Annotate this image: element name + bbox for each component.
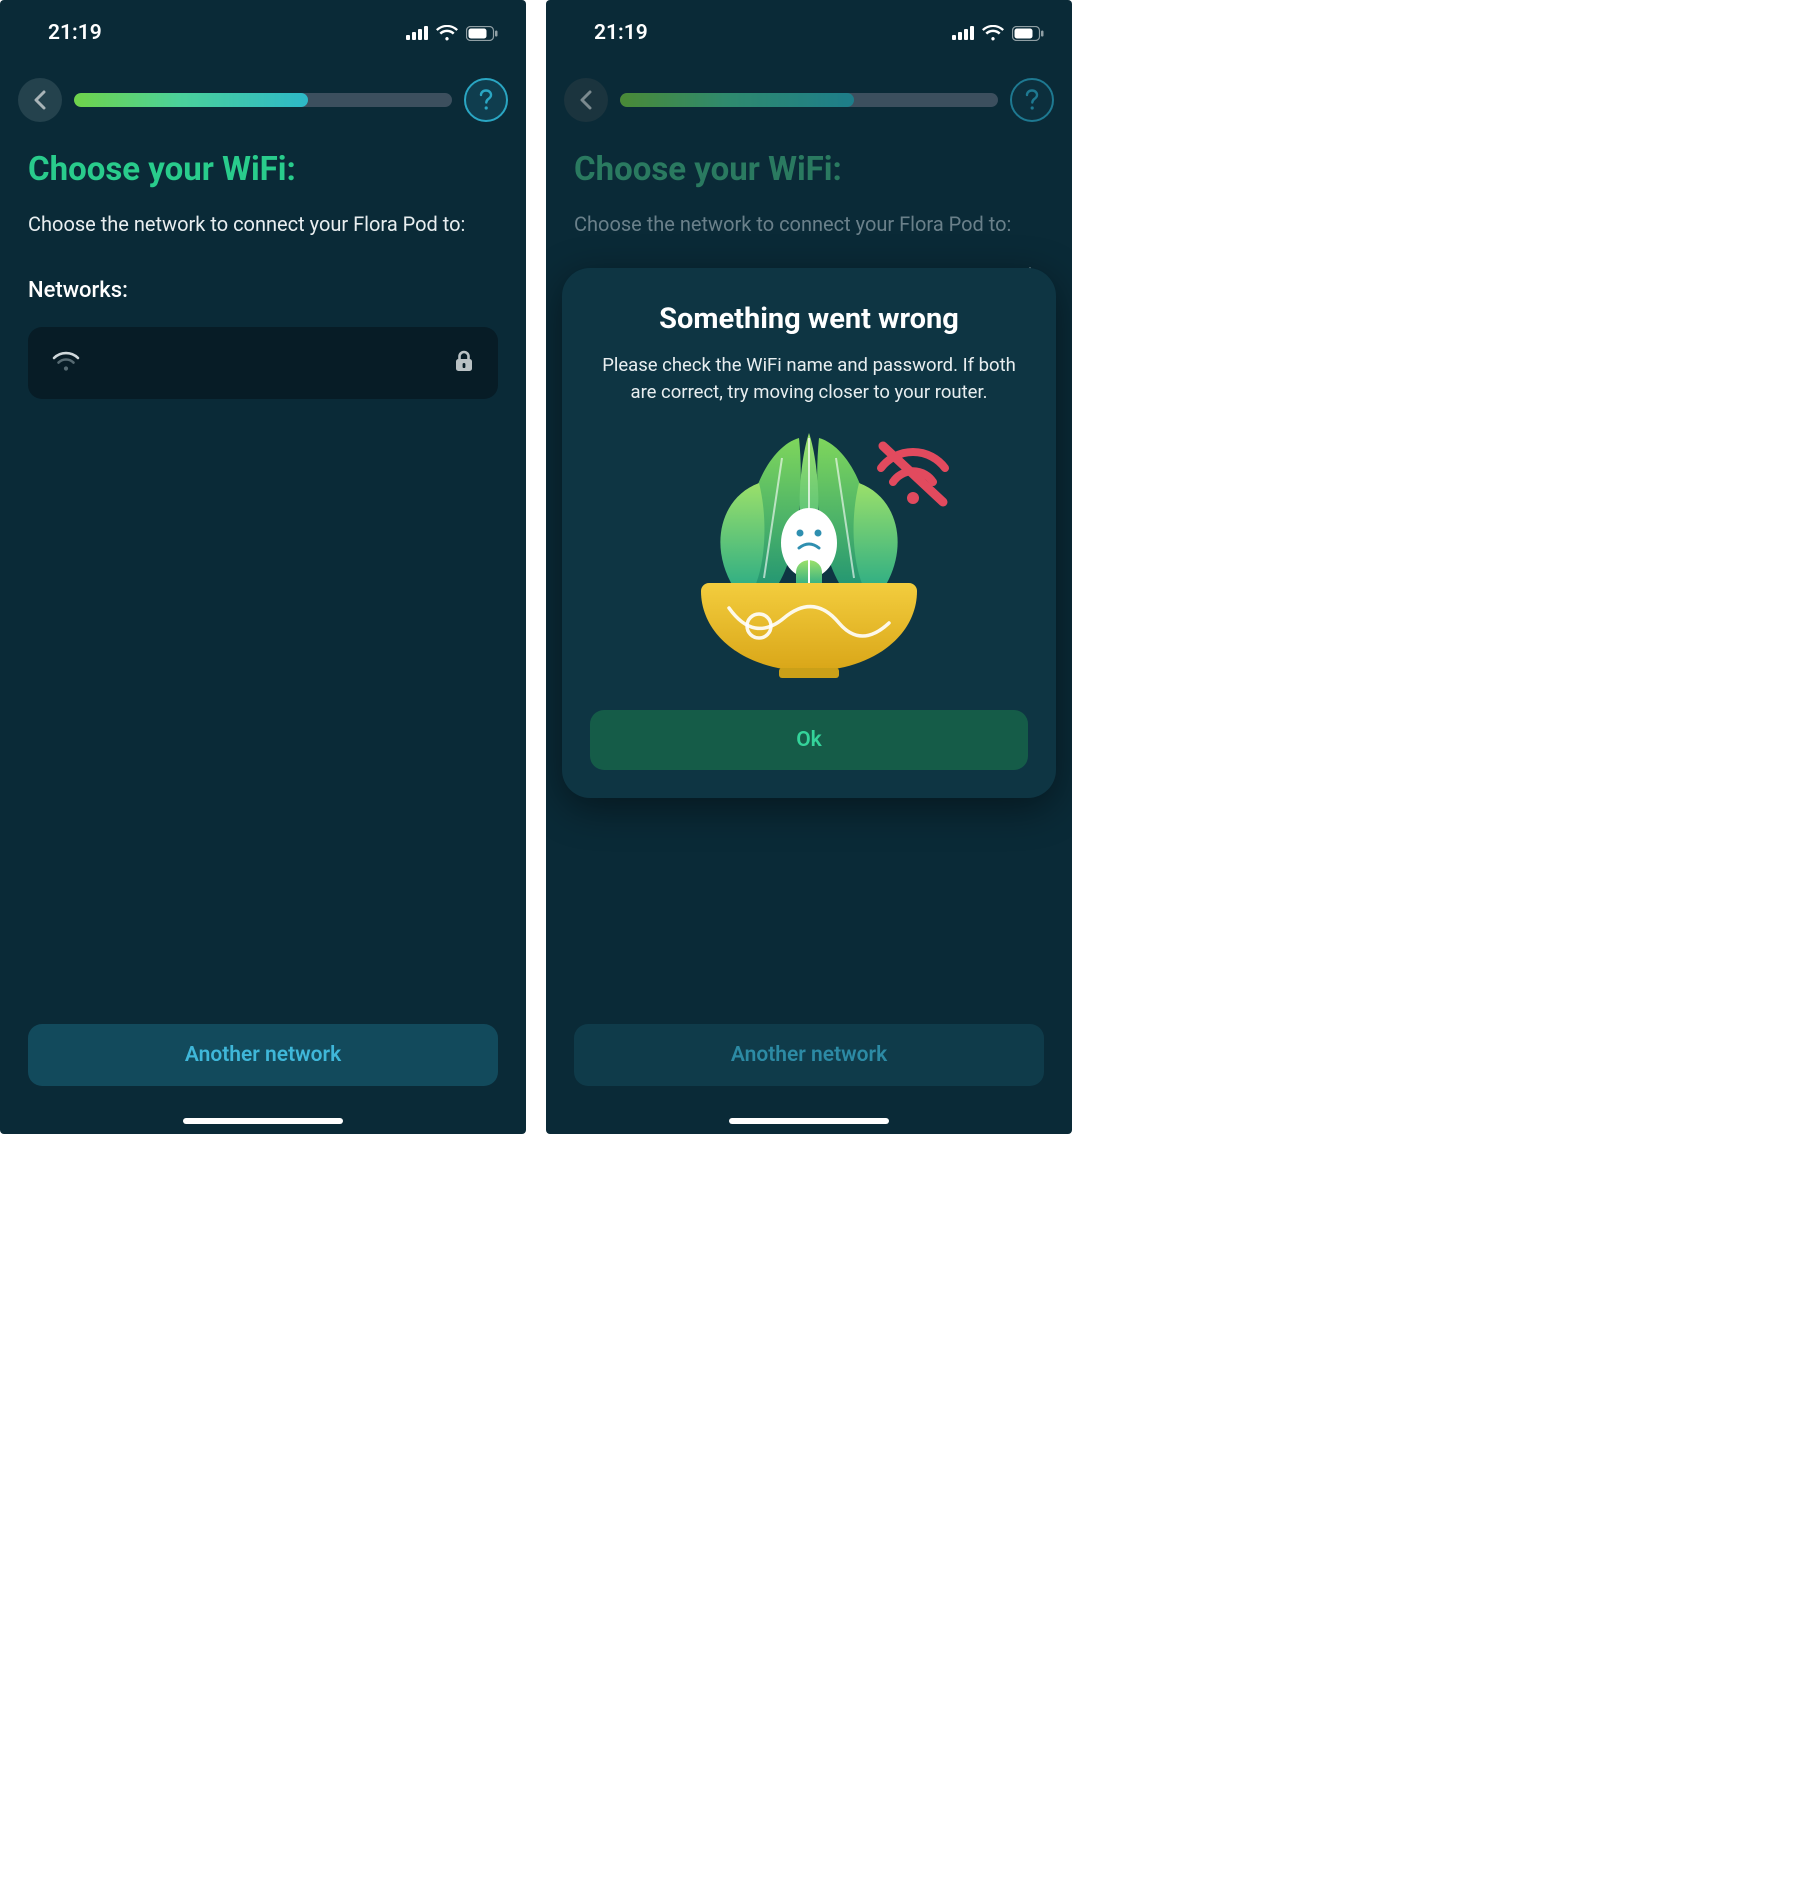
another-network-button[interactable]: Another network bbox=[28, 1024, 498, 1086]
status-icons bbox=[952, 25, 1044, 41]
modal-title: Something went wrong bbox=[590, 302, 1028, 336]
chevron-left-icon bbox=[579, 90, 593, 110]
progress-fill bbox=[620, 93, 854, 107]
progress-fill bbox=[74, 93, 308, 107]
status-bar: 21:19 bbox=[0, 0, 526, 56]
plant-no-wifi-illustration bbox=[649, 428, 969, 678]
modal-body: Please check the WiFi name and password.… bbox=[590, 352, 1028, 406]
another-network-button[interactable]: Another network bbox=[574, 1024, 1044, 1086]
another-network-label: Another network bbox=[185, 1043, 341, 1067]
back-button[interactable] bbox=[564, 78, 608, 122]
battery-icon bbox=[1012, 26, 1044, 41]
cellular-icon bbox=[406, 26, 428, 40]
status-icons bbox=[406, 25, 498, 41]
page-title: Choose your WiFi: bbox=[574, 150, 1044, 189]
progress-bar bbox=[74, 93, 452, 107]
home-indicator[interactable] bbox=[183, 1118, 343, 1124]
question-icon bbox=[479, 89, 493, 111]
cellular-icon bbox=[952, 26, 974, 40]
networks-label: Networks: bbox=[28, 278, 498, 303]
chevron-left-icon bbox=[33, 90, 47, 110]
question-icon bbox=[1025, 89, 1039, 111]
page-title: Choose your WiFi: bbox=[28, 150, 498, 189]
page-subtitle: Choose the network to connect your Flora… bbox=[28, 211, 498, 238]
content: Choose your WiFi: Choose the network to … bbox=[546, 132, 1072, 238]
modal-ok-label: Ok bbox=[796, 728, 822, 752]
home-indicator[interactable] bbox=[729, 1118, 889, 1124]
back-button[interactable] bbox=[18, 78, 62, 122]
phone-screen-left: 21:19 Choose your WiFi: Choose the netwo… bbox=[0, 0, 526, 1134]
status-time: 21:19 bbox=[594, 21, 648, 45]
wifi-icon bbox=[436, 25, 458, 41]
status-bar: 21:19 bbox=[546, 0, 1072, 56]
header-row bbox=[546, 56, 1072, 132]
help-button[interactable] bbox=[464, 78, 508, 122]
wifi-signal-icon bbox=[52, 350, 80, 376]
content: Choose your WiFi: Choose the network to … bbox=[0, 132, 526, 399]
error-modal: Something went wrong Please check the Wi… bbox=[562, 268, 1056, 798]
status-time: 21:19 bbox=[48, 21, 102, 45]
help-button[interactable] bbox=[1010, 78, 1054, 122]
battery-icon bbox=[466, 26, 498, 41]
phone-screen-right: 21:19 Choose your WiFi: Choose the netwo… bbox=[546, 0, 1072, 1134]
modal-illustration bbox=[590, 428, 1028, 678]
lock-icon bbox=[454, 349, 474, 377]
another-network-label: Another network bbox=[731, 1043, 887, 1067]
progress-bar bbox=[620, 93, 998, 107]
header-row bbox=[0, 56, 526, 132]
network-row[interactable] bbox=[28, 327, 498, 399]
wifi-icon bbox=[982, 25, 1004, 41]
modal-ok-button[interactable]: Ok bbox=[590, 710, 1028, 770]
page-subtitle: Choose the network to connect your Flora… bbox=[574, 211, 1044, 238]
